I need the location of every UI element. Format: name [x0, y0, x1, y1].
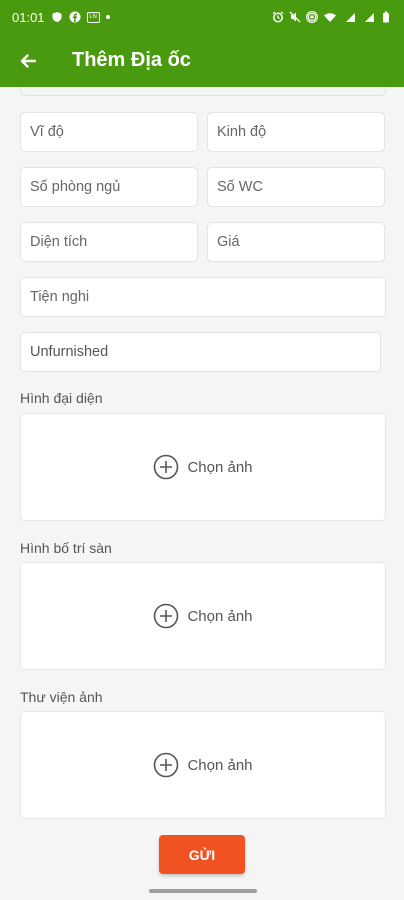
latitude-placeholder: Vĩ độ: [30, 124, 64, 140]
amenities-field[interactable]: Tiện nghi: [20, 277, 386, 317]
previous-field-edge[interactable]: [20, 87, 386, 96]
wifi-icon: [324, 12, 336, 22]
hotspot-icon: [306, 11, 318, 23]
shield-icon: [52, 12, 62, 22]
status-bar: 01:01 LN: [0, 0, 404, 34]
signal-icon: [346, 12, 355, 22]
area-field[interactable]: Diện tích: [20, 222, 198, 262]
gallery-upload-box[interactable]: Chọn ảnh: [20, 711, 386, 819]
facebook-icon: [69, 11, 81, 23]
status-time: 01:01: [12, 9, 45, 25]
arrow-left-icon: [20, 53, 37, 68]
longitude-field[interactable]: Kinh độ: [207, 112, 385, 152]
furnishing-value: Unfurnished: [30, 344, 109, 360]
mute-icon: [289, 11, 301, 23]
gallery-label: Thư viện ảnh: [20, 689, 103, 705]
avatar-upload-box[interactable]: Chọn ảnh: [20, 413, 386, 521]
choose-image-label: Chọn ảnh: [187, 458, 253, 476]
add-circle-icon: [154, 454, 179, 480]
home-indicator[interactable]: [149, 889, 257, 893]
choose-image-label: Chọn ảnh: [187, 756, 253, 774]
floorplan-upload-box[interactable]: Chọn ảnh: [20, 562, 386, 670]
latitude-field[interactable]: Vĩ độ: [20, 112, 198, 152]
price-field[interactable]: Giá: [207, 222, 385, 262]
form-container[interactable]: Vĩ độ Kinh độ Số phòng ngủ Số WC Diện tí…: [0, 87, 404, 900]
floorplan-label: Hình bố trí sàn: [20, 540, 112, 556]
back-button[interactable]: [0, 34, 56, 87]
notification-icon: LN: [86, 11, 100, 23]
area-placeholder: Diện tích: [30, 234, 88, 250]
app-bar: Thêm Địa ốc: [0, 34, 404, 87]
wc-field[interactable]: Số WC: [207, 167, 385, 207]
bedrooms-field[interactable]: Số phòng ngủ: [20, 167, 198, 207]
alarm-icon: [272, 11, 284, 23]
battery-icon: [383, 11, 389, 23]
add-circle-icon: [154, 752, 179, 778]
submit-button[interactable]: GỬI: [159, 835, 245, 874]
bedrooms-placeholder: Số phòng ngủ: [30, 179, 121, 195]
page-title: Thêm Địa ốc: [72, 49, 191, 71]
longitude-placeholder: Kinh độ: [217, 124, 267, 140]
dot-icon: [105, 15, 110, 19]
furnishing-select[interactable]: Unfurnished: [20, 332, 381, 372]
amenities-placeholder: Tiện nghi: [30, 289, 90, 305]
add-circle-icon: [154, 603, 179, 629]
wc-placeholder: Số WC: [217, 179, 263, 195]
avatar-label: Hình đại diện: [20, 390, 103, 406]
choose-image-label: Chọn ảnh: [187, 607, 253, 625]
signal-2-icon: [365, 12, 374, 22]
price-placeholder: Giá: [217, 234, 240, 250]
